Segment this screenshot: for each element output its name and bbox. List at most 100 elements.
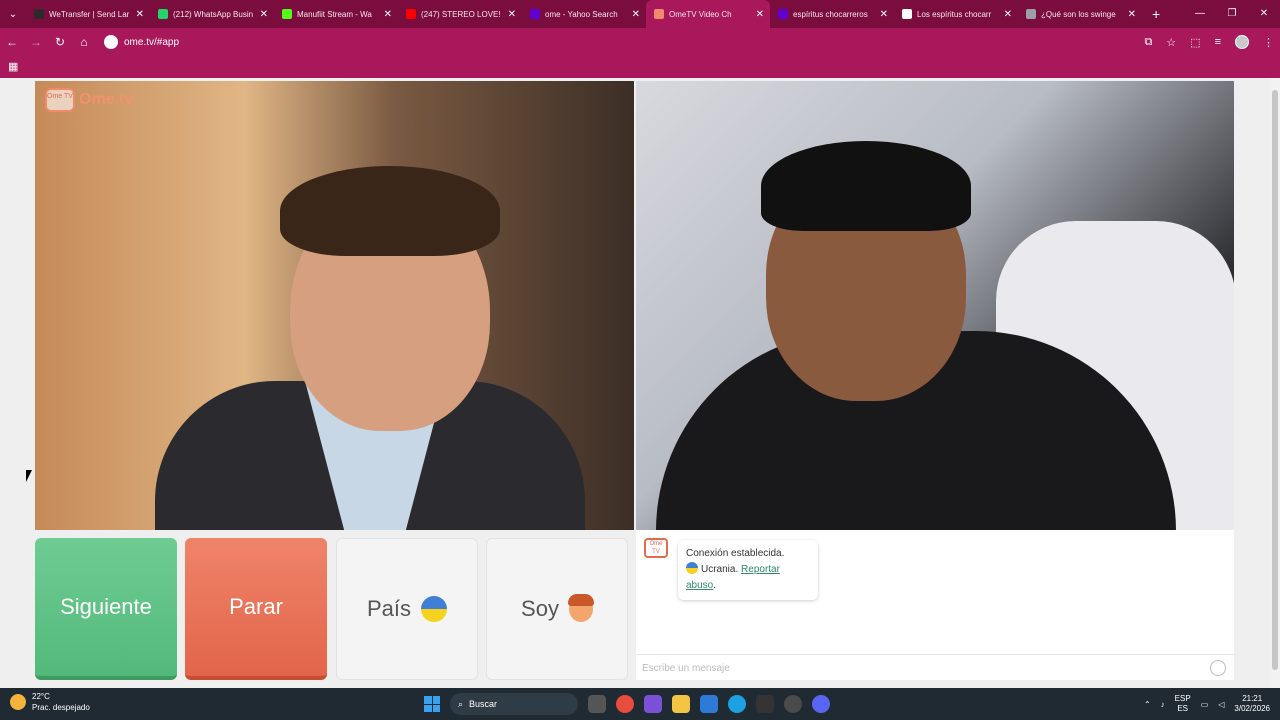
chrome-icon[interactable]	[616, 695, 634, 713]
country-button[interactable]: País	[336, 538, 478, 680]
page-scrollbar[interactable]	[1270, 78, 1280, 688]
connection-text: Conexión establecida.	[686, 548, 785, 559]
gender-label: Soy	[521, 596, 559, 621]
chrome-alt-icon[interactable]	[784, 695, 802, 713]
restore-button[interactable]: ❐	[1216, 0, 1248, 28]
language-indicator[interactable]: ESP ES	[1175, 694, 1191, 714]
system-message: Conexión establecida. Ucrania. Reportar …	[678, 540, 818, 600]
start-button[interactable]	[424, 696, 440, 712]
chat-panel: Ome TV Conexión establecida. Ucrania. Re…	[636, 530, 1234, 680]
task-view-icon[interactable]	[588, 695, 606, 713]
emoji-icon[interactable]	[1210, 660, 1226, 676]
tab-title: (212) WhatsApp Busin	[173, 9, 254, 19]
capcut-icon[interactable]	[756, 695, 774, 713]
message-input[interactable]	[642, 659, 1202, 677]
discord-icon[interactable]	[812, 695, 830, 713]
person-hair	[761, 141, 971, 231]
tab-title: ¿Qué son los swinge	[1041, 9, 1116, 19]
new-tab-button[interactable]: +	[1152, 6, 1160, 22]
tab-close-icon[interactable]: ✕	[136, 9, 144, 20]
store-icon[interactable]	[700, 695, 718, 713]
forward-button[interactable]: →	[24, 35, 48, 49]
ukraine-flag-icon	[421, 596, 448, 622]
tab-close-icon[interactable]: ✕	[756, 9, 764, 20]
browser-tab[interactable]: ome - Yahoo Search ✕	[522, 0, 646, 28]
next-button[interactable]: Siguiente	[35, 538, 177, 680]
person-hair	[280, 166, 500, 256]
browser-tab[interactable]: (212) WhatsApp Busin ✕	[150, 0, 274, 28]
ometv-chat-icon: Ome TV	[644, 538, 668, 558]
browser-tab[interactable]: ¿Qué son los swinge ✕	[1018, 0, 1142, 28]
tab-title: (247) STEREO LOVE!	[421, 9, 501, 19]
minimize-button[interactable]: —	[1184, 0, 1216, 28]
temperature: 22°C	[32, 692, 50, 701]
ometv-logo: Ome TV Ome.tv	[45, 88, 133, 112]
tab-title: ome - Yahoo Search	[545, 9, 618, 19]
window-controls: — ❐ ✕	[1184, 0, 1280, 28]
tab-title: Manufiit Stream - Wa	[297, 9, 372, 19]
close-window-button[interactable]: ✕	[1248, 0, 1280, 28]
back-button[interactable]: ←	[0, 35, 24, 49]
tab-close-icon[interactable]: ✕	[880, 9, 888, 20]
tab-close-icon[interactable]: ✕	[632, 9, 640, 20]
microphone-icon[interactable]: ♪	[1161, 700, 1165, 709]
profile-avatar[interactable]	[1235, 35, 1249, 49]
file-explorer-icon[interactable]	[672, 695, 690, 713]
bookmark-star-icon[interactable]: ☆	[1166, 36, 1176, 49]
ukraine-flag-icon	[686, 562, 698, 574]
search-icon: ⌕	[458, 698, 464, 709]
reload-button[interactable]: ↻	[48, 35, 72, 49]
copilot-icon[interactable]	[644, 695, 662, 713]
weather-status: Prac. despejado	[32, 703, 90, 712]
browser-tab[interactable]: Manufiit Stream - Wa ✕	[274, 0, 398, 28]
site-info-icon[interactable]	[104, 35, 118, 49]
message-input-area	[636, 654, 1234, 680]
browser-tab[interactable]: Los espíritus chocarr ✕	[894, 0, 1018, 28]
install-app-icon[interactable]: ⧉	[1144, 36, 1152, 49]
tab-close-icon[interactable]: ✕	[1004, 9, 1012, 20]
time: 21:21	[1242, 694, 1263, 703]
browser-tab[interactable]: OmeTV Video Ch ✕	[646, 0, 770, 28]
search-label: Buscar	[469, 699, 498, 709]
country-label: País	[366, 596, 412, 621]
tab-strip: ⌄ WeTransfer | Send Lar ✕ (212) WhatsApp B…	[0, 0, 1280, 28]
extensions-icon[interactable]: ⬚	[1190, 36, 1200, 49]
url-text: ome.tv/#app	[124, 36, 180, 48]
browser-tab[interactable]: espíritus chocarreros ✕	[770, 0, 894, 28]
lang-bottom: ES	[1177, 704, 1189, 713]
tab-close-icon[interactable]: ✕	[1128, 9, 1136, 20]
browser-tab[interactable]: WeTransfer | Send Lar ✕	[26, 0, 150, 28]
browser-tab[interactable]: (247) STEREO LOVE! ✕	[398, 0, 522, 28]
apps-grid-icon[interactable]: ▦	[8, 60, 18, 73]
tab-title: espíritus chocarreros	[793, 9, 868, 19]
tab-favicon-icon	[158, 9, 168, 19]
tab-close-icon[interactable]: ✕	[384, 9, 392, 20]
chevron-up-icon[interactable]: ⌃	[1144, 700, 1151, 709]
report-suffix: .	[713, 580, 717, 591]
edge-icon[interactable]	[728, 695, 746, 713]
tab-close-icon[interactable]: ✕	[508, 9, 516, 20]
tab-close-icon[interactable]: ✕	[260, 9, 268, 20]
windows-taskbar: 22°C Prac. despejado ⌕ Buscar ⌃ ♪ ESP ES …	[0, 688, 1280, 720]
reading-list-icon[interactable]: ≡	[1215, 36, 1221, 48]
volume-icon[interactable]: ◁	[1218, 700, 1224, 709]
tab-title: OmeTV Video Ch	[669, 9, 732, 19]
stop-button[interactable]: Parar	[185, 538, 327, 680]
tab-favicon-icon	[34, 9, 44, 19]
tab-favicon-icon	[282, 9, 292, 19]
address-field[interactable]: ome.tv/#app	[104, 35, 179, 49]
country-name: Ucrania.	[701, 564, 739, 575]
scrollbar-thumb[interactable]	[1272, 90, 1278, 670]
network-icon[interactable]: ▭	[1201, 700, 1209, 709]
tab-title: WeTransfer | Send Lar	[49, 9, 130, 19]
menu-kebab-icon[interactable]: ⋮	[1263, 36, 1274, 49]
taskbar-search[interactable]: ⌕ Buscar	[450, 693, 578, 715]
local-video	[35, 81, 634, 530]
gender-button[interactable]: Soy	[486, 538, 628, 680]
tab-search-button[interactable]: ⌄	[0, 0, 26, 28]
clock[interactable]: 21:21 3/02/2026	[1234, 694, 1270, 714]
system-tray: ⌃ ♪ ESP ES ▭ ◁ 21:21 3/02/2026	[1144, 688, 1270, 720]
weather-widget[interactable]: 22°C Prac. despejado	[10, 691, 90, 713]
logo-text: Ome.tv	[79, 91, 134, 108]
home-button[interactable]: ⌂	[72, 35, 96, 49]
